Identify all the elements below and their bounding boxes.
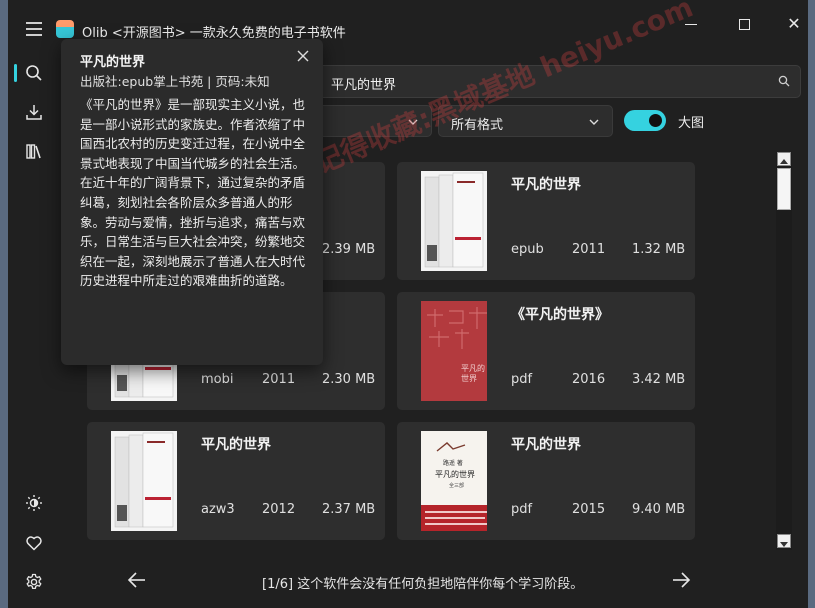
- results-scrollbar[interactable]: [776, 152, 792, 550]
- search-input[interactable]: 平凡的世界: [308, 65, 801, 98]
- book-size: 1.32 MB: [632, 242, 686, 257]
- rail-theme-button[interactable]: [18, 487, 50, 519]
- download-icon: [26, 105, 42, 120]
- book-size: 2.30 MB: [322, 372, 376, 387]
- book-cover: 平凡的 世界: [421, 301, 487, 401]
- svg-text:路遥 著: 路遥 著: [443, 459, 463, 467]
- minimize-button[interactable]: [671, 12, 711, 36]
- maximize-button[interactable]: [724, 12, 764, 36]
- svg-text:平凡的世界: 平凡的世界: [435, 469, 475, 479]
- arrow-up-icon: [780, 159, 788, 164]
- book-format: mobi: [201, 372, 234, 387]
- book-title: 平凡的世界: [201, 437, 271, 453]
- app-logo-icon: [56, 20, 74, 38]
- book-size: 9.40 MB: [632, 502, 686, 517]
- chevron-down-icon: [408, 119, 418, 125]
- book-size: 3.42 MB: [632, 372, 686, 387]
- book-title: 平凡的世界: [511, 437, 581, 453]
- sun-icon: [26, 495, 42, 511]
- popup-title: 平凡的世界: [80, 55, 146, 70]
- heart-icon: [26, 536, 42, 551]
- chevron-down-icon: [589, 119, 599, 125]
- book-format: epub: [511, 242, 544, 257]
- format-dropdown[interactable]: 所有格式: [438, 105, 613, 137]
- book-format: azw3: [201, 502, 235, 517]
- book-detail-popup: 平凡的世界 出版社:epub掌上书苑 | 页码:未知 《平凡的世界》是一部现实主…: [61, 39, 323, 365]
- book-year: 2012: [262, 502, 296, 517]
- popup-description: 《平凡的世界》是一部现实主义小说，也是一部小说形式的家族史。作者浓缩了中国西北农…: [80, 97, 306, 289]
- pager-status: [1/6] 这个软件会没有任何负担地陪伴你每个学习阶段。: [262, 577, 584, 592]
- close-window-button[interactable]: ✕: [774, 12, 808, 36]
- result-card[interactable]: 平凡的世界 epub 2011 1.32 MB: [397, 162, 695, 280]
- svg-text:全三部: 全三部: [449, 482, 464, 489]
- gear-icon: [26, 573, 42, 590]
- book-cover-art: [111, 431, 177, 531]
- prev-page-button[interactable]: [126, 569, 148, 591]
- book-title: 《平凡的世界》: [511, 307, 609, 323]
- scroll-thumb[interactable]: [777, 168, 791, 210]
- toggle-knob: [649, 114, 662, 127]
- scroll-down-button[interactable]: [777, 534, 791, 548]
- rail-search-button[interactable]: [18, 57, 50, 89]
- rail-settings-button[interactable]: [18, 566, 50, 598]
- book-cover: [421, 171, 487, 271]
- search-query: 平凡的世界: [331, 78, 397, 93]
- popup-meta: 出版社:epub掌上书苑 | 页码:未知: [80, 74, 270, 89]
- result-card[interactable]: 平凡的世界 azw3 2012 2.37 MB: [87, 422, 385, 540]
- rail-download-button[interactable]: [18, 96, 50, 128]
- book-cover: [111, 431, 177, 531]
- app-window: Olib <开源图书> 一款永久免费的电子书软件 ✕ 平凡的世界 所有格式 大图: [8, 0, 808, 608]
- library-icon: [26, 144, 41, 159]
- book-cover-art: [421, 171, 487, 271]
- large-view-toggle[interactable]: [624, 110, 666, 131]
- book-cover: 路遥 著 平凡的世界 全三部: [421, 431, 487, 531]
- book-year: 2011: [572, 242, 606, 257]
- book-year: 2011: [262, 372, 296, 387]
- rail-active-indicator: [14, 64, 17, 82]
- book-title: 平凡的世界: [511, 177, 581, 193]
- next-page-button[interactable]: [670, 569, 692, 591]
- book-size: 2.37 MB: [322, 502, 376, 517]
- sort-dropdown[interactable]: [308, 105, 432, 137]
- scroll-up-button[interactable]: [777, 152, 791, 166]
- book-format: pdf: [511, 372, 533, 387]
- result-card[interactable]: 路遥 著 平凡的世界 全三部 平凡的世界 pdf 2015 9.40 MB: [397, 422, 695, 540]
- rail-library-button[interactable]: [18, 135, 50, 167]
- hamburger-icon[interactable]: [26, 22, 42, 36]
- arrow-down-icon: [780, 542, 788, 547]
- search-submit-icon[interactable]: [778, 75, 790, 87]
- search-icon: [26, 65, 42, 81]
- book-size: 2.39 MB: [322, 242, 376, 257]
- close-icon[interactable]: [297, 50, 309, 62]
- book-cover-art: 路遥 著 平凡的世界 全三部: [421, 431, 487, 531]
- svg-text:世界: 世界: [461, 373, 477, 383]
- rail-favorite-button[interactable]: [18, 527, 50, 559]
- large-view-label: 大图: [678, 116, 705, 131]
- format-dropdown-value: 所有格式: [451, 118, 504, 133]
- svg-text:平凡的: 平凡的: [461, 363, 485, 373]
- book-format: pdf: [511, 502, 533, 517]
- book-year: 2016: [572, 372, 606, 387]
- result-card[interactable]: 平凡的 世界 《平凡的世界》 pdf 2016 3.42 MB: [397, 292, 695, 410]
- book-cover-art: 平凡的 世界: [421, 301, 487, 401]
- book-year: 2015: [572, 502, 606, 517]
